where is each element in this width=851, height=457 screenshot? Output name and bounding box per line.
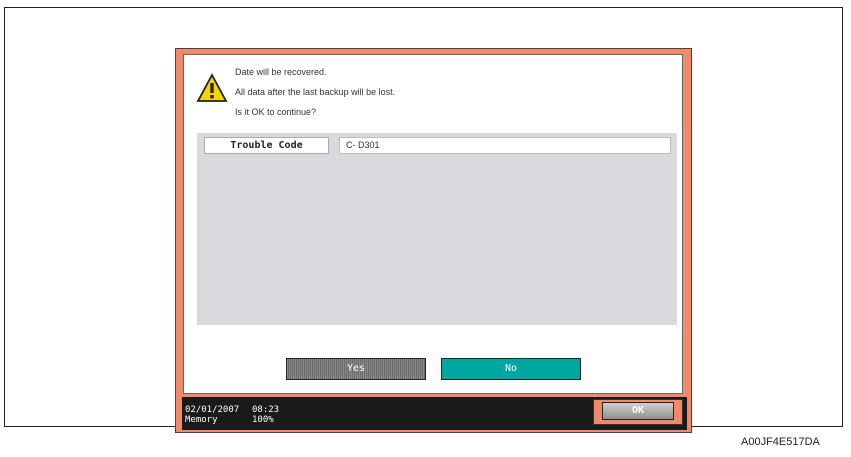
warning-triangle-icon xyxy=(196,73,228,102)
confirmation-dialog: Date will be recovered. All data after t… xyxy=(183,54,683,394)
status-time: 08:23 xyxy=(252,405,280,415)
trouble-code-panel: Trouble Code C- D301 xyxy=(197,133,677,325)
figure-caption: A00JF4E517DA xyxy=(741,436,820,448)
ok-button[interactable]: OK xyxy=(602,402,674,420)
status-bar: 02/01/2007 08:23 Memory 100% OK xyxy=(182,397,687,430)
figure-frame: Date will be recovered. All data after t… xyxy=(4,7,843,433)
trouble-code-value: C- D301 xyxy=(339,137,671,154)
device-screen: Date will be recovered. All data after t… xyxy=(175,48,692,433)
trouble-code-label: Trouble Code xyxy=(204,137,329,154)
status-memory-label: Memory xyxy=(185,415,218,425)
message-line-2: All data after the last backup will be l… xyxy=(235,87,396,97)
message-line-1: Date will be recovered. xyxy=(235,67,327,77)
status-memory-value: 100% xyxy=(252,415,274,425)
ok-button-frame: OK xyxy=(593,399,683,425)
status-date: 02/01/2007 xyxy=(185,405,240,415)
yes-button[interactable]: Yes xyxy=(286,358,426,380)
message-line-3: Is it OK to continue? xyxy=(235,107,317,117)
no-button[interactable]: No xyxy=(441,358,581,380)
